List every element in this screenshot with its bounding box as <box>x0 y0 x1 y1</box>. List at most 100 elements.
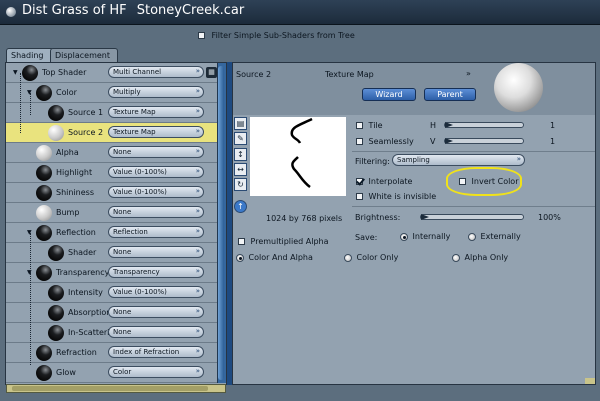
color-only-radio[interactable] <box>344 253 352 262</box>
tab-shading[interactable]: Shading <box>6 48 54 63</box>
interpolate-checkbox[interactable] <box>356 178 363 185</box>
tree-row-shader-value: Index of Refraction <box>113 348 180 356</box>
tree-row-label: Shininess <box>56 188 94 197</box>
h-slider-knob[interactable] <box>445 120 455 130</box>
wizard-button[interactable]: Wizard <box>362 88 416 101</box>
tree-row-shader-dropdown[interactable]: None » <box>108 306 204 318</box>
tree-row-shader-dropdown[interactable]: None » <box>108 246 204 258</box>
double-chevron-down-icon[interactable]: » <box>466 69 471 78</box>
tree-row[interactable]: Intensity Value (0-100%) » <box>6 283 219 303</box>
tree-row[interactable]: ▼ Reflection Reflection» <box>6 223 219 243</box>
white-invisible-row[interactable]: White is invisible <box>356 192 436 201</box>
tree-row[interactable]: Alpha None » <box>6 143 219 163</box>
flip-horizontal-icon[interactable]: ↔ <box>234 163 247 176</box>
shader-ball-icon <box>36 85 52 101</box>
chevron-down-icon: » <box>195 207 200 215</box>
tree-row-shader-dropdown[interactable]: Value (0-100%) » <box>108 186 204 198</box>
brightness-slider[interactable] <box>420 214 524 220</box>
parent-button[interactable]: Parent <box>424 88 476 101</box>
save-externally-radio[interactable] <box>468 232 476 241</box>
tree-row[interactable]: Highlight Value (0-100%) » <box>6 163 219 183</box>
tree-row-shader-dropdown[interactable]: Index of Refraction » <box>108 346 204 358</box>
arrow-up-icon[interactable]: ↑ <box>234 200 247 213</box>
tree-row-shader-dropdown[interactable]: Transparency » <box>108 266 204 278</box>
seamless-row[interactable]: Seamlessly <box>356 137 414 146</box>
tree-row-shader-dropdown[interactable]: Multi Channel » <box>108 66 204 78</box>
shader-ball-icon <box>48 285 64 301</box>
brightness-slider-knob[interactable] <box>421 212 431 222</box>
texture-preview <box>250 117 346 196</box>
color-only-option[interactable]: Color Only <box>344 253 398 262</box>
interpolate-row[interactable]: Interpolate <box>356 177 412 186</box>
chevron-down-icon: » <box>516 155 521 163</box>
tree-row[interactable]: ▼ Color Multiply» <box>6 83 219 103</box>
tree-horizontal-scroll-thumb[interactable] <box>12 386 208 391</box>
chevron-down-icon: » <box>195 87 200 95</box>
tree-row[interactable]: Glow Color » <box>6 363 219 383</box>
white-invisible-label: White is invisible <box>368 192 437 201</box>
filter-simple-checkbox-row[interactable]: Filter Simple Sub-Shaders from Tree <box>198 31 355 40</box>
alpha-only-radio[interactable] <box>452 253 460 262</box>
color-and-alpha-radio[interactable] <box>236 253 244 262</box>
tree-row-label: Reflection <box>56 228 96 237</box>
filtering-dropdown[interactable]: Sampling » <box>392 154 525 166</box>
filter-simple-checkbox[interactable] <box>198 32 205 39</box>
flip-vertical-icon[interactable]: ↕ <box>234 148 247 161</box>
tree-row-shader-dropdown[interactable]: Multiply » <box>108 86 204 98</box>
tree-row-shader-dropdown[interactable]: Texture Map » <box>108 126 204 138</box>
detail-title: Source 2 <box>236 70 272 79</box>
tree-row-label: Shader <box>68 248 97 257</box>
tile-checkbox[interactable] <box>356 122 363 129</box>
tree-row-shader-value: Value (0-100%) <box>113 288 167 296</box>
filtering-value: Sampling <box>397 156 430 164</box>
tree-row[interactable]: Bump None » <box>6 203 219 223</box>
chevron-down-icon: » <box>195 147 200 155</box>
tree-row[interactable]: ▼ Top Shader Multi Channel » ▦ <box>6 63 219 83</box>
brightness-value: 100% <box>538 213 561 222</box>
tree-row[interactable]: Refraction Index of Refraction » <box>6 343 219 363</box>
tree-vertical-scroll-thumb[interactable] <box>218 66 224 380</box>
expand-triangle-icon[interactable]: ▼ <box>13 69 18 76</box>
save-externally-option[interactable]: Externally <box>468 232 521 241</box>
resize-corner[interactable] <box>585 378 595 384</box>
alpha-only-option[interactable]: Alpha Only <box>452 253 508 262</box>
tree-row-shader-dropdown[interactable]: Color » <box>108 366 204 378</box>
tree-row[interactable]: In-Scattering None» <box>6 323 219 343</box>
open-image-icon[interactable]: ▤ <box>234 117 247 130</box>
edit-image-icon[interactable]: ✎ <box>234 132 247 145</box>
tree-row[interactable]: Shininess Value (0-100%) » <box>6 183 219 203</box>
tree-row[interactable]: Source 2 Texture Map » <box>6 123 219 143</box>
save-internally-radio[interactable] <box>400 232 408 241</box>
tab-displacement[interactable]: Displacement <box>50 48 118 63</box>
v-slider-knob[interactable] <box>445 136 455 146</box>
tree-row[interactable]: Shader None » <box>6 243 219 263</box>
color-and-alpha-option[interactable]: Color And Alpha <box>236 253 313 262</box>
seamless-checkbox[interactable] <box>356 138 363 145</box>
v-slider[interactable] <box>444 138 524 144</box>
tree-row-shader-dropdown[interactable]: Value (0-100%) » <box>108 286 204 298</box>
tree-connector-line <box>30 273 31 365</box>
save-label: Save: <box>355 233 378 242</box>
white-invisible-checkbox[interactable] <box>356 193 363 200</box>
chevron-down-icon: » <box>195 187 200 195</box>
shader-grid-icon[interactable]: ▦ <box>206 67 217 78</box>
premult-alpha-checkbox[interactable] <box>238 238 245 245</box>
rotate-icon[interactable]: ↻ <box>234 178 247 191</box>
tree-row-shader-dropdown[interactable]: Value (0-100%) » <box>108 166 204 178</box>
tree-row-shader-value: None <box>113 148 132 156</box>
h-slider[interactable] <box>444 122 524 128</box>
tree-row[interactable]: Absorption None » <box>6 303 219 323</box>
tree-row[interactable]: Source 1 Texture Map » <box>6 103 219 123</box>
tree-row-shader-dropdown[interactable]: Texture Map » <box>108 106 204 118</box>
tree-row[interactable]: ▼ Transparency Transparency» <box>6 263 219 283</box>
close-dot-icon[interactable] <box>6 7 16 17</box>
tree-row-shader-dropdown[interactable]: None » <box>108 146 204 158</box>
tree-row-shader-dropdown[interactable]: None » <box>108 206 204 218</box>
tree-row-shader-dropdown[interactable]: None » <box>108 326 204 338</box>
save-internally-option[interactable]: Internally <box>400 232 450 241</box>
tree-row-label: Source 1 <box>68 108 104 117</box>
tile-row[interactable]: Tile <box>356 121 383 130</box>
tree-row-shader-dropdown[interactable]: Reflection » <box>108 226 204 238</box>
premult-alpha-row[interactable]: Premultiplied Alpha <box>238 237 329 246</box>
tree-row-label: Absorption <box>68 308 112 317</box>
